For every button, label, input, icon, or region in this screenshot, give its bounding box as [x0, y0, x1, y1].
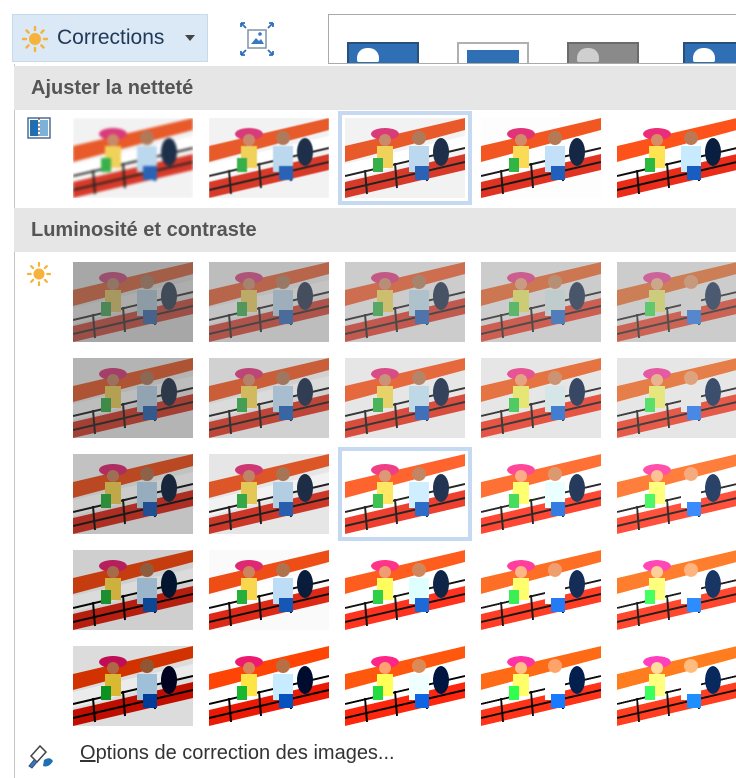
brightness-contrast-preset-thumbnail[interactable] [73, 358, 193, 438]
brightness-contrast-preset-thumbnail[interactable] [209, 550, 329, 630]
sun-icon [27, 262, 51, 286]
sharpen-preset-thumbnail[interactable] [481, 118, 601, 198]
brightness-contrast-preset-thumbnail[interactable] [481, 262, 601, 342]
brightness-contrast-preset-thumbnail[interactable] [481, 646, 601, 726]
picture-correction-options-icon [28, 744, 53, 769]
sharpen-section-header: Ajuster la netteté [14, 66, 736, 110]
sun-icon [22, 26, 48, 52]
brightness-contrast-preset-thumbnail[interactable] [73, 262, 193, 342]
brightness-contrast-preset-thumbnail[interactable] [338, 447, 472, 541]
picture-style-thumbnail[interactable] [347, 42, 419, 63]
brightness-contrast-preset-thumbnail[interactable] [345, 262, 465, 342]
picture-tools-toolbar: Corrections [0, 0, 736, 64]
brightness-contrast-preset-thumbnail[interactable] [617, 646, 736, 726]
picture-style-thumbnail[interactable] [457, 42, 529, 63]
compress-pictures-icon[interactable] [240, 22, 274, 56]
brightness-contrast-preset-thumbnail[interactable] [617, 454, 736, 534]
picture-styles-gallery[interactable] [328, 14, 736, 64]
brightness-contrast-preset-thumbnail[interactable] [617, 550, 736, 630]
sharpen-preset-thumbnail[interactable] [209, 118, 329, 198]
picture-correction-options-link[interactable]: Options de correction des images... [80, 742, 395, 765]
picture-style-thumbnail[interactable] [683, 42, 736, 63]
brightness-contrast-preset-thumbnail[interactable] [73, 454, 193, 534]
brightness-contrast-preset-thumbnail[interactable] [73, 550, 193, 630]
brightness-contrast-preset-thumbnail[interactable] [345, 646, 465, 726]
brightness-contrast-preset-thumbnail[interactable] [73, 646, 193, 726]
picture-style-thumbnail[interactable] [567, 42, 639, 63]
brightness-contrast-preset-thumbnail[interactable] [345, 550, 465, 630]
chevron-down-icon [185, 35, 195, 41]
brightness-contrast-preset-thumbnail[interactable] [209, 262, 329, 342]
link-access-key: O [80, 742, 96, 764]
brightness-contrast-preset-thumbnail[interactable] [617, 358, 736, 438]
brightness-contrast-preset-thumbnail[interactable] [481, 550, 601, 630]
brightness-contrast-preset-thumbnail[interactable] [209, 358, 329, 438]
brightness-contrast-preset-thumbnail[interactable] [209, 646, 329, 726]
brightness-contrast-preset-thumbnail[interactable] [209, 454, 329, 534]
brightness-contrast-section-header: Luminosité et contraste [14, 208, 736, 252]
brightness-contrast-preset-thumbnail[interactable] [481, 454, 601, 534]
sharpen-preset-thumbnail[interactable] [338, 111, 472, 205]
brightness-contrast-preset-thumbnail[interactable] [345, 358, 465, 438]
corrections-button[interactable]: Corrections [12, 14, 208, 62]
brightness-contrast-preset-thumbnail[interactable] [617, 262, 736, 342]
sharpen-preset-thumbnail[interactable] [617, 118, 736, 198]
sharpen-preset-thumbnail[interactable] [73, 118, 193, 198]
brightness-contrast-preset-thumbnail[interactable] [481, 358, 601, 438]
corrections-label: Corrections [57, 26, 165, 49]
sharpen-icon [27, 117, 51, 139]
link-text: ptions de correction des images... [95, 742, 395, 764]
